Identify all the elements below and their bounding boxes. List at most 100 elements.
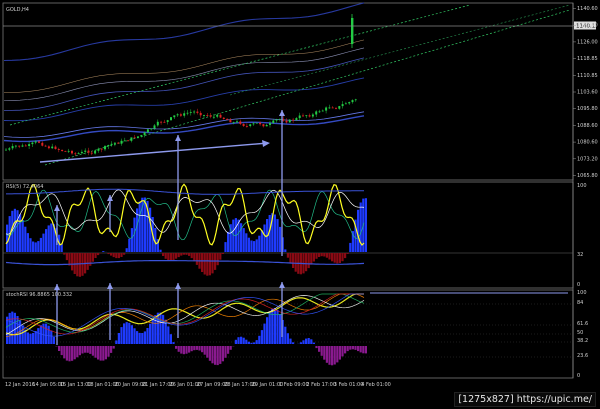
candle-body: [67, 150, 70, 152]
candle-body: [14, 145, 17, 147]
candle-body: [236, 121, 238, 123]
rsi-histogram-bar: [289, 253, 292, 264]
rsi-histogram-bar: [149, 207, 152, 252]
candle-body: [54, 146, 57, 149]
stoch-histogram-bar: [102, 346, 105, 361]
time-axis-label: 4 Feb 01:00: [361, 382, 391, 388]
candle-body: [278, 119, 281, 120]
candle-body: [123, 140, 126, 142]
stoch-histogram-bar: [32, 333, 35, 344]
rsi-histogram-bar: [138, 201, 141, 252]
stoch-histogram-bar: [349, 346, 352, 350]
rsi-histogram-bar: [315, 253, 318, 259]
rsi-histogram-bar: [42, 233, 45, 252]
stoch-histogram-bar: [169, 334, 172, 344]
candle-body: [245, 126, 248, 127]
stoch-histogram-bar: [289, 338, 292, 344]
candle-body: [71, 150, 73, 154]
stoch-histogram-bar: [201, 346, 204, 353]
candle-body: [8, 148, 11, 150]
rsi-histogram-bar: [159, 249, 162, 252]
stoch-histogram-bar: [323, 346, 326, 360]
rsi-histogram-bar: [29, 238, 32, 252]
candle-body: [203, 115, 205, 116]
rsi-histogram-bar: [24, 226, 27, 252]
rsi-histogram-bar: [182, 253, 185, 255]
rsi-histogram-bar: [279, 226, 282, 252]
time-axis-labels: 12 Jan 201614 Jan 05:0015 Jan 13:0018 Ja…: [5, 382, 391, 388]
stoch-histogram-bar: [78, 346, 81, 356]
stoch-histogram-bar: [29, 333, 32, 344]
candle-body: [338, 106, 341, 109]
stoch-histogram-bar: [94, 346, 97, 358]
candle-body: [18, 145, 21, 147]
stoch-histogram-bar: [315, 346, 318, 349]
candle-body: [163, 121, 166, 123]
rsi-histogram-bar: [221, 253, 224, 254]
candle-body: [160, 121, 163, 123]
rsi-histogram-bar: [211, 253, 214, 274]
candle-body: [31, 142, 34, 145]
stoch-histogram-bar: [37, 328, 40, 344]
rsi-histogram-bar: [164, 253, 167, 259]
stoch-histogram-bar: [52, 336, 55, 344]
rsi-histogram-bar: [242, 228, 245, 252]
stoch-histogram-bar: [188, 346, 191, 353]
rsi-histogram-bar: [193, 253, 196, 262]
candle-body: [87, 150, 90, 153]
stoch-histogram-bar: [336, 346, 339, 363]
candle-body: [272, 120, 275, 123]
rsi-histogram-bar: [16, 210, 19, 252]
candle-body: [305, 115, 308, 117]
rsi-histogram-bar: [34, 242, 37, 252]
stoch-histogram-bar: [312, 342, 315, 344]
stoch-histogram-bar: [63, 346, 66, 359]
candle-body: [229, 119, 232, 123]
stoch-histogram-bar: [175, 346, 178, 349]
stoch-histogram-bar: [172, 342, 175, 344]
stoch-histogram-bar: [206, 346, 209, 358]
trading-chart[interactable]: 1140.12 GOLD,H4 RSI(5) 72.4064 stochRSI …: [0, 0, 600, 409]
stoch-histogram-bar: [203, 346, 206, 355]
candle-body: [262, 124, 265, 127]
stoch-histogram-bar: [362, 346, 365, 354]
stoch-histogram-bar: [115, 340, 118, 344]
candle-body: [133, 137, 136, 139]
rsi-histogram-bar: [19, 214, 22, 252]
rsi-histogram-bar: [255, 239, 258, 252]
rsi-histogram-bar: [203, 253, 206, 275]
rsi-histogram-bar: [78, 253, 81, 277]
candle-body: [84, 150, 87, 152]
stoch-histogram-bar: [21, 325, 24, 344]
rsi-histogram-bar: [169, 253, 172, 261]
price-axis-label: 1133.40: [577, 23, 598, 29]
rsi-histogram-bar: [328, 253, 331, 260]
stoch-histogram-bar: [240, 336, 243, 344]
candle-body: [47, 146, 50, 149]
stoch-histogram-bar: [68, 346, 71, 362]
rsi-histogram-bar: [6, 224, 9, 252]
candle-body: [288, 119, 291, 123]
stoch-histogram-bar: [341, 346, 344, 357]
rsi-histogram-bar: [91, 253, 94, 262]
stoch-histogram-bar: [266, 317, 269, 344]
stoch-histogram-bar: [177, 346, 180, 352]
candle-body: [100, 148, 103, 150]
candle-body: [269, 123, 271, 125]
candle-body: [239, 121, 242, 124]
candle-body: [140, 135, 143, 137]
candle-body: [170, 117, 172, 121]
candle-body: [146, 129, 149, 133]
rsi-histogram-bar: [37, 241, 40, 252]
candle-body: [156, 121, 159, 126]
stoch-histogram-bar: [310, 339, 313, 344]
candle-body: [212, 116, 215, 118]
time-axis-label: 1 Feb 09:00: [279, 382, 309, 388]
rsi-histogram-bar: [65, 253, 68, 261]
rsi-histogram-bar: [172, 253, 175, 261]
candle-body: [130, 137, 133, 141]
candle-body: [255, 122, 258, 124]
stoch-histogram-bar: [247, 341, 250, 344]
price-axis-label: 1065.80: [577, 173, 598, 179]
rsi-histogram-bar: [143, 197, 146, 252]
